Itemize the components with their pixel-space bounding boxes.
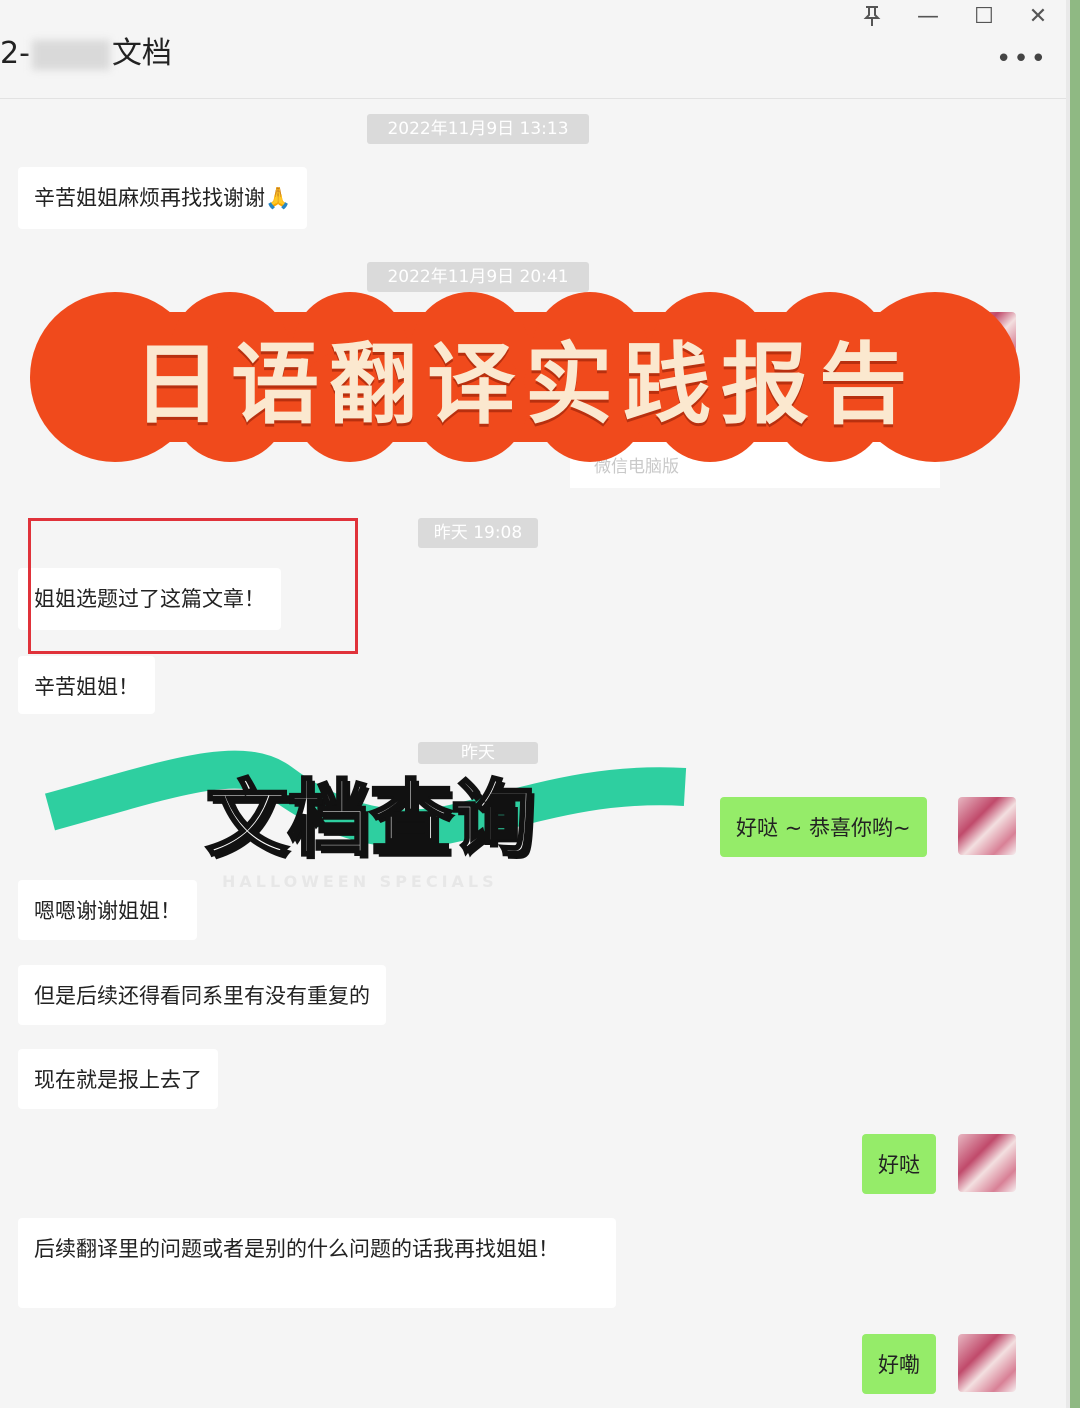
- banner-title: 日语翻译实践报告: [132, 331, 917, 436]
- redacted-name: [31, 39, 110, 70]
- watermark-text: HALLOWEEN SPECIALS: [222, 872, 498, 891]
- close-button[interactable]: ✕: [1022, 4, 1054, 29]
- avatar[interactable]: [958, 797, 1016, 855]
- chat-window: 2- 文档 — ☐ ✕ ••• 2022年11月9日 13:13 2022年11月…: [0, 0, 1066, 1408]
- avatar[interactable]: [958, 1334, 1016, 1392]
- timestamp: 昨天 19:08: [418, 518, 538, 548]
- timestamp: 2022年11月9日 13:13: [367, 114, 589, 144]
- message-bubble[interactable]: 嗯嗯谢谢姐姐！: [18, 880, 197, 940]
- background-window-edge: [1066, 0, 1080, 1408]
- message-bubble[interactable]: 辛苦姐姐！: [18, 656, 155, 714]
- message-bubble[interactable]: 现在就是报上去了: [18, 1049, 218, 1109]
- message-bubble[interactable]: 辛苦姐姐麻烦再找找谢谢🙏: [18, 167, 308, 229]
- more-options-icon[interactable]: •••: [996, 44, 1048, 74]
- chat-title: 2- 文档: [0, 36, 172, 71]
- maximize-button[interactable]: ☐: [968, 4, 1000, 29]
- message-bubble-sent[interactable]: 好嘞: [862, 1334, 936, 1394]
- message-bubble-sent[interactable]: 好哒: [862, 1134, 936, 1194]
- minimize-button[interactable]: —: [912, 4, 944, 29]
- title-banner: 日语翻译实践报告: [30, 292, 1020, 462]
- title-bar: 2- 文档 — ☐ ✕ •••: [0, 0, 1066, 99]
- message-bubble[interactable]: 但是后续还得看同系里有没有重复的: [18, 965, 386, 1025]
- timestamp: 2022年11月9日 20:41: [367, 262, 589, 292]
- message-bubble-sent[interactable]: 好哒 ~ 恭喜你哟~: [720, 797, 927, 857]
- pin-icon[interactable]: [856, 4, 888, 34]
- message-bubble[interactable]: 后续翻译里的问题或者是别的什么问题的话我再找姐姐！: [18, 1218, 616, 1308]
- overlay-subtitle: 文档查询: [204, 771, 535, 869]
- highlight-box: [28, 518, 358, 654]
- avatar[interactable]: [958, 1134, 1016, 1192]
